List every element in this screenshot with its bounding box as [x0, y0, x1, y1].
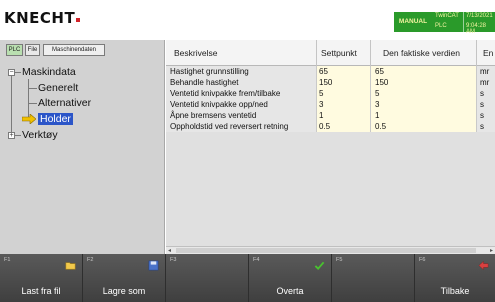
brand-dot [76, 18, 81, 22]
table-row[interactable]: Ventetid knivpakke opp/ned 3 3 s [166, 99, 495, 110]
unit-cell: s [477, 88, 495, 99]
f5-button[interactable]: F5 [332, 254, 415, 302]
function-key-number: F2 [87, 257, 94, 263]
header-bar: KNECHT MANUAL TwinCAT 7/13/2021 PLC 9:04… [0, 0, 495, 40]
function-key-number: F1 [4, 257, 11, 263]
setpoint-cell[interactable]: 65 [317, 66, 371, 77]
function-key-label: Overta [276, 286, 304, 296]
data-source-field[interactable]: Maschinendaten [43, 44, 105, 56]
table-row[interactable]: Behandle hastighet 150 150 mr [166, 77, 495, 88]
column-header-actual-value[interactable]: Den faktiske verdien [371, 40, 477, 66]
function-key-number: F5 [336, 257, 343, 263]
function-key-bar: F1 Last fra fil F2 Lagre som F3 F4 Overt… [0, 254, 495, 302]
function-key-number: F6 [419, 257, 426, 263]
actual-value-cell: 0.5 [371, 121, 477, 132]
brand-logo: KNECHT [4, 9, 81, 27]
unit-cell: mr [477, 77, 495, 88]
f6-back-button[interactable]: F6 Tilbake [415, 254, 495, 302]
f2-save-as-button[interactable]: F2 Lagre som [83, 254, 166, 302]
setpoint-cell[interactable]: 5 [317, 88, 371, 99]
description-cell: Ventetid knivpakke opp/ned [166, 99, 317, 110]
mode-indicator: MANUAL [394, 12, 432, 32]
info-label-twincat: TwinCAT [435, 13, 459, 19]
info-label-plc: PLC [435, 23, 447, 29]
scroll-right-icon[interactable]: ▸ [490, 247, 493, 254]
date-display: 7/13/2021 [466, 13, 493, 19]
unit-cell: mr [477, 66, 495, 77]
selected-node-label: Holder [38, 113, 73, 125]
function-key-number: F3 [170, 257, 177, 263]
plc-toggle-button[interactable]: PLC [6, 44, 23, 56]
table-row[interactable]: Oppholdstid ved reversert retning 0.5 0.… [166, 121, 495, 132]
unit-cell: s [477, 110, 495, 121]
tree-connector [28, 103, 37, 104]
actual-value-cell: 5 [371, 88, 477, 99]
column-header-description[interactable]: Beskrivelse [166, 40, 317, 66]
tree-node-maskindata[interactable]: Maskindata [22, 66, 76, 78]
column-header-setpoint[interactable]: Settpunkt [317, 40, 371, 66]
setpoint-cell[interactable]: 0.5 [317, 121, 371, 132]
collapse-icon[interactable]: − [8, 69, 15, 76]
folder-icon [65, 262, 76, 270]
unit-cell: s [477, 121, 495, 132]
parameter-table: Beskrivelse Settpunkt Den faktiske verdi… [166, 40, 495, 246]
setpoint-cell[interactable]: 3 [317, 99, 371, 110]
f4-apply-button[interactable]: F4 Overta [249, 254, 332, 302]
scrollbar-thumb[interactable] [176, 248, 476, 253]
scroll-left-icon[interactable]: ◂ [168, 247, 171, 254]
actual-value-cell: 1 [371, 110, 477, 121]
tree-node-holder[interactable]: Holder [38, 113, 73, 125]
expand-icon[interactable]: + [8, 132, 15, 139]
tree-connector [11, 76, 12, 132]
description-cell: Ventetid knivpakke frem/tilbake [166, 88, 317, 99]
file-toggle-button[interactable]: File [25, 44, 40, 56]
save-icon [148, 260, 159, 271]
f3-button[interactable]: F3 [166, 254, 249, 302]
function-key-label: Last fra fil [21, 286, 61, 296]
description-cell: Behandle hastighet [166, 77, 317, 88]
f1-load-from-file-button[interactable]: F1 Last fra fil [0, 254, 83, 302]
tree-node-verktoy[interactable]: Verktøy [22, 129, 58, 141]
table-row[interactable]: Ventetid knivpakke frem/tilbake 5 5 s [166, 88, 495, 99]
function-key-label: Lagre som [102, 286, 146, 296]
navigation-panel: PLC File Maschinendaten − Maskindata Gen… [0, 40, 165, 260]
function-key-label: Tilbake [440, 286, 470, 296]
actual-value-cell: 150 [371, 77, 477, 88]
tree-connector [15, 72, 21, 73]
actual-value-cell: 3 [371, 99, 477, 110]
table-header: Beskrivelse Settpunkt Den faktiske verdi… [166, 40, 495, 66]
setpoint-cell[interactable]: 1 [317, 110, 371, 121]
horizontal-scrollbar[interactable]: ◂ ▸ [166, 246, 495, 254]
table-row[interactable]: Hastighet grunnstilling 65 65 mr [166, 66, 495, 77]
arrow-right-icon [22, 114, 36, 124]
time-display: 9:04:28 AM [466, 23, 487, 35]
tree-node-generelt[interactable]: Generelt [38, 82, 78, 94]
column-header-unit[interactable]: En [477, 40, 495, 66]
tree-connector [15, 135, 21, 136]
description-cell: Oppholdstid ved reversert retning [166, 121, 317, 132]
system-info-panel: TwinCAT 7/13/2021 PLC 9:04:28 AM [432, 12, 495, 35]
tree-node-alternativer[interactable]: Alternativer [38, 97, 91, 109]
description-cell: Hastighet grunnstilling [166, 66, 317, 77]
table-row[interactable]: Åpne bremsens ventetid 1 1 s [166, 110, 495, 121]
description-cell: Åpne bremsens ventetid [166, 110, 317, 121]
checkmark-icon [314, 261, 325, 271]
actual-value-cell: 65 [371, 66, 477, 77]
unit-cell: s [477, 99, 495, 110]
setpoint-cell[interactable]: 150 [317, 77, 371, 88]
tree-connector [28, 88, 37, 89]
back-arrow-icon [478, 260, 489, 271]
function-key-number: F4 [253, 257, 260, 263]
